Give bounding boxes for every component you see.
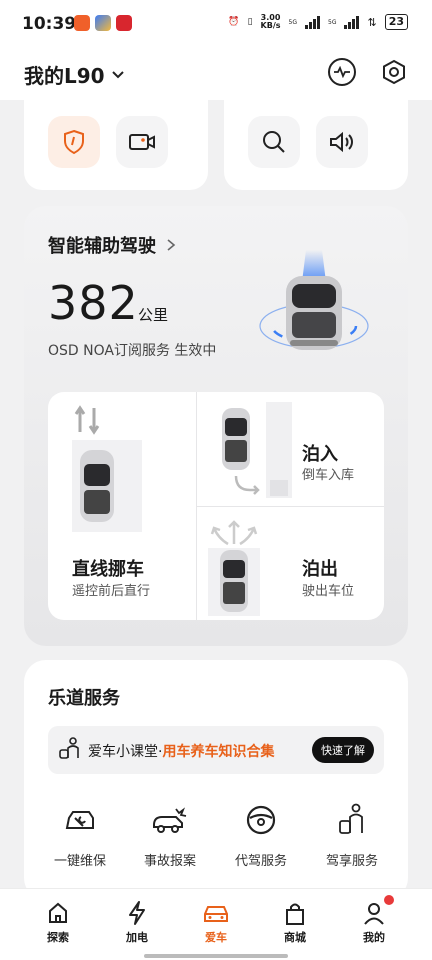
battery-indicator: 23: [384, 14, 408, 30]
find-car-button[interactable]: [248, 116, 300, 168]
service-item-label: 代驾服务: [234, 854, 287, 869]
person-icon: [364, 903, 384, 925]
home-icon: [49, 902, 67, 923]
subscription-status: OSD NOA订阅服务 生效中: [48, 343, 217, 359]
service-item-label: 事故报案: [143, 854, 196, 869]
lightning-icon: [129, 901, 145, 925]
tab-charge[interactable]: 加电: [102, 900, 172, 945]
pulse-icon: [334, 66, 350, 78]
service-item-label: 一键维保: [53, 854, 106, 869]
service-title: 乐道服务: [48, 688, 120, 709]
shield-icon: [64, 129, 84, 155]
park-out-subtitle: 驶出车位: [302, 584, 355, 599]
speaker-icon: [330, 131, 353, 153]
range-value: 382: [48, 276, 139, 330]
car-selector[interactable]: 我的L90: [24, 60, 125, 89]
net-speed: 3.00 KB/s: [260, 13, 281, 30]
chauffeur-service[interactable]: 代驾服务: [219, 802, 303, 869]
status-time: 10:39: [22, 14, 77, 34]
vibrate-icon: ▯: [247, 17, 253, 27]
wifi-icon: ⇅: [367, 15, 377, 29]
accident-car-icon: [153, 807, 187, 833]
range-unit: 公里: [138, 306, 169, 324]
person-car-icon: [339, 803, 363, 834]
signal-5g-label: 5G: [288, 18, 297, 26]
service-item-label: 驾享服务: [325, 854, 378, 869]
signal-5g-label: 5G: [328, 18, 337, 26]
car-top-view-illustration: [259, 250, 369, 350]
settings-hexagon-icon: [383, 59, 405, 85]
person-car-icon: [59, 737, 79, 759]
alarm-icon: ⏰: [228, 17, 240, 27]
learn-more-button[interactable]: 快速了解: [312, 737, 374, 763]
maintenance-service[interactable]: 一键维保: [38, 802, 122, 869]
wrench-car-icon: [65, 811, 94, 829]
bag-icon: [286, 903, 304, 925]
straight-move-title: 直线挪车: [72, 559, 144, 580]
straight-move-illustration: [72, 405, 142, 532]
car-icon: [204, 906, 228, 922]
tab-mine[interactable]: 我的: [339, 900, 409, 945]
tesla-notification-icon: [116, 15, 132, 31]
adas-title[interactable]: 智能辅助驾驶: [48, 232, 176, 258]
search-icon: [263, 131, 285, 153]
signal-icon: [344, 15, 360, 29]
notification-icons: [74, 15, 132, 31]
car-name: 我的L90: [24, 64, 105, 88]
banner-text: 爱车小课堂·用车养车知识合集: [88, 744, 275, 760]
notification-dot: [384, 895, 394, 905]
vehicle-status-button[interactable]: [328, 58, 356, 86]
app-notification-icon: [95, 15, 111, 31]
park-out-illustration: [208, 520, 260, 616]
park-in-title: 泊入: [302, 444, 338, 465]
horn-button[interactable]: [316, 116, 368, 168]
tab-explore[interactable]: 探索: [23, 900, 93, 945]
settings-button[interactable]: [380, 58, 408, 86]
home-indicator[interactable]: [144, 954, 288, 958]
tab-car[interactable]: 爱车: [181, 900, 251, 945]
park-in-subtitle: 倒车入库: [302, 468, 355, 483]
premium-driving-service[interactable]: 驾享服务: [310, 802, 394, 869]
park-in-illustration: [222, 402, 292, 498]
signal-icon: [305, 15, 320, 29]
dashcam-button[interactable]: [116, 116, 168, 168]
straight-move-subtitle: 遥控前后直行: [72, 584, 151, 599]
steering-wheel-icon: [246, 805, 276, 835]
status-right: ⏰ ▯ 3.00 KB/s 5G 5G ⇅ 23: [228, 14, 408, 30]
accident-report-service[interactable]: 事故报案: [128, 802, 212, 869]
dashcam-icon: [129, 134, 155, 150]
tab-shop[interactable]: 商城: [260, 900, 330, 945]
chevron-right-icon: [167, 239, 176, 251]
chevron-down-icon: [111, 70, 124, 78]
app-notification-icon: [74, 15, 90, 31]
security-button[interactable]: [48, 116, 100, 168]
park-out-title: 泊出: [302, 559, 338, 580]
